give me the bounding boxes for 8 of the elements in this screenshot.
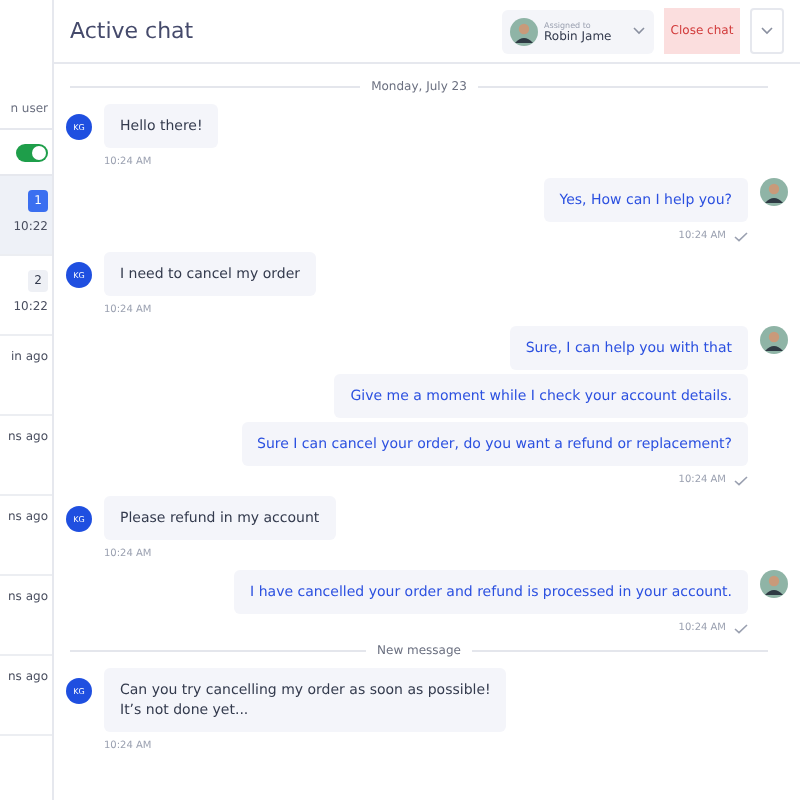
agent-avatar: [760, 570, 788, 598]
agent-avatar: [760, 326, 788, 354]
chevron-icon: [632, 26, 646, 36]
avatar-icon: [510, 17, 538, 45]
agent-avatar: [760, 178, 788, 206]
chevron-icon: [760, 26, 774, 36]
chat-title: Active chat: [70, 18, 196, 44]
toggle-switch[interactable]: [16, 143, 48, 161]
